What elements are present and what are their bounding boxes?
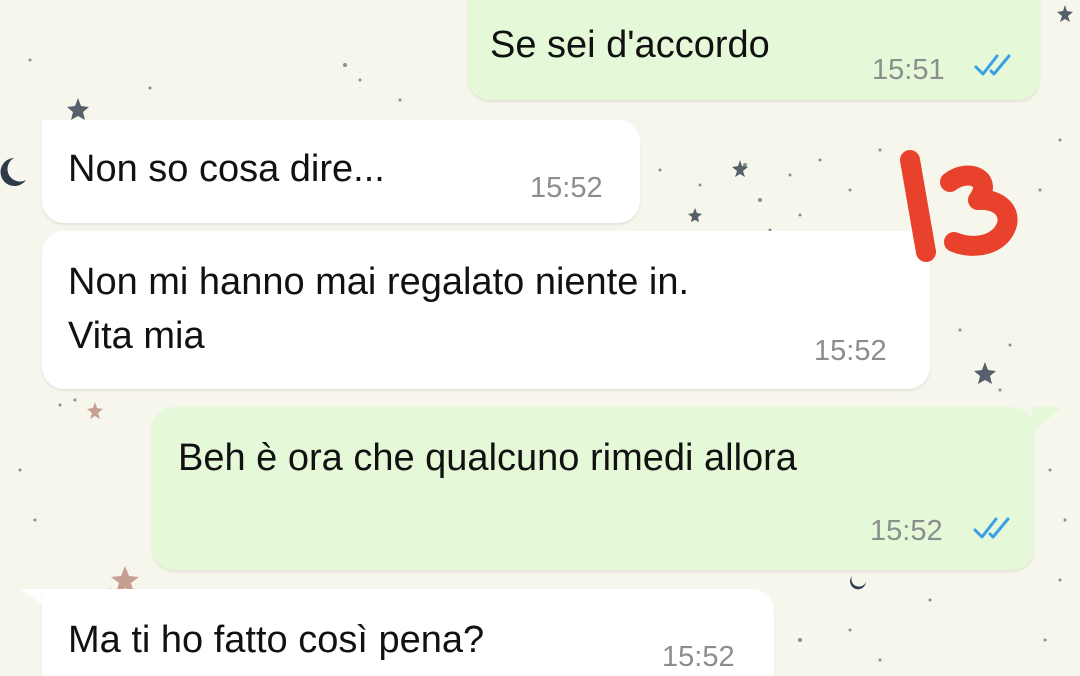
message-bubble-outgoing[interactable]: Beh è ora che qualcuno rimedi allora 15:…: [152, 407, 1034, 570]
message-time: 15:51: [872, 54, 945, 86]
message-time: 15:52: [814, 335, 887, 367]
message-text: Beh è ora che qualcuno rimedi allora: [178, 437, 797, 479]
message-text: Non mi hanno mai regalato niente in. Vit…: [68, 261, 690, 357]
message-text: Ma ti ho fatto così pena?: [68, 619, 485, 661]
message-text: Non so cosa dire...: [68, 148, 385, 190]
message-time: 15:52: [530, 172, 603, 204]
bubble-tail: [1032, 407, 1062, 433]
message-bubble-incoming[interactable]: Non so cosa dire... 15:52: [42, 120, 640, 223]
message-text: Se sei d'accordo: [490, 24, 770, 66]
message-bubble-incoming[interactable]: Non mi hanno mai regalato niente in. Vit…: [42, 231, 930, 389]
message-time: 15:52: [662, 641, 735, 673]
double-check-icon: [973, 517, 1010, 539]
double-check-icon: [974, 54, 1011, 76]
handwritten-annotation: [900, 150, 1018, 262]
message-bubble-outgoing[interactable]: Se sei d'accordo 15:51: [468, 0, 1040, 100]
message-bubble-incoming[interactable]: Ma ti ho fatto così pena? 15:52: [42, 589, 774, 676]
message-time: 15:52: [870, 515, 943, 547]
